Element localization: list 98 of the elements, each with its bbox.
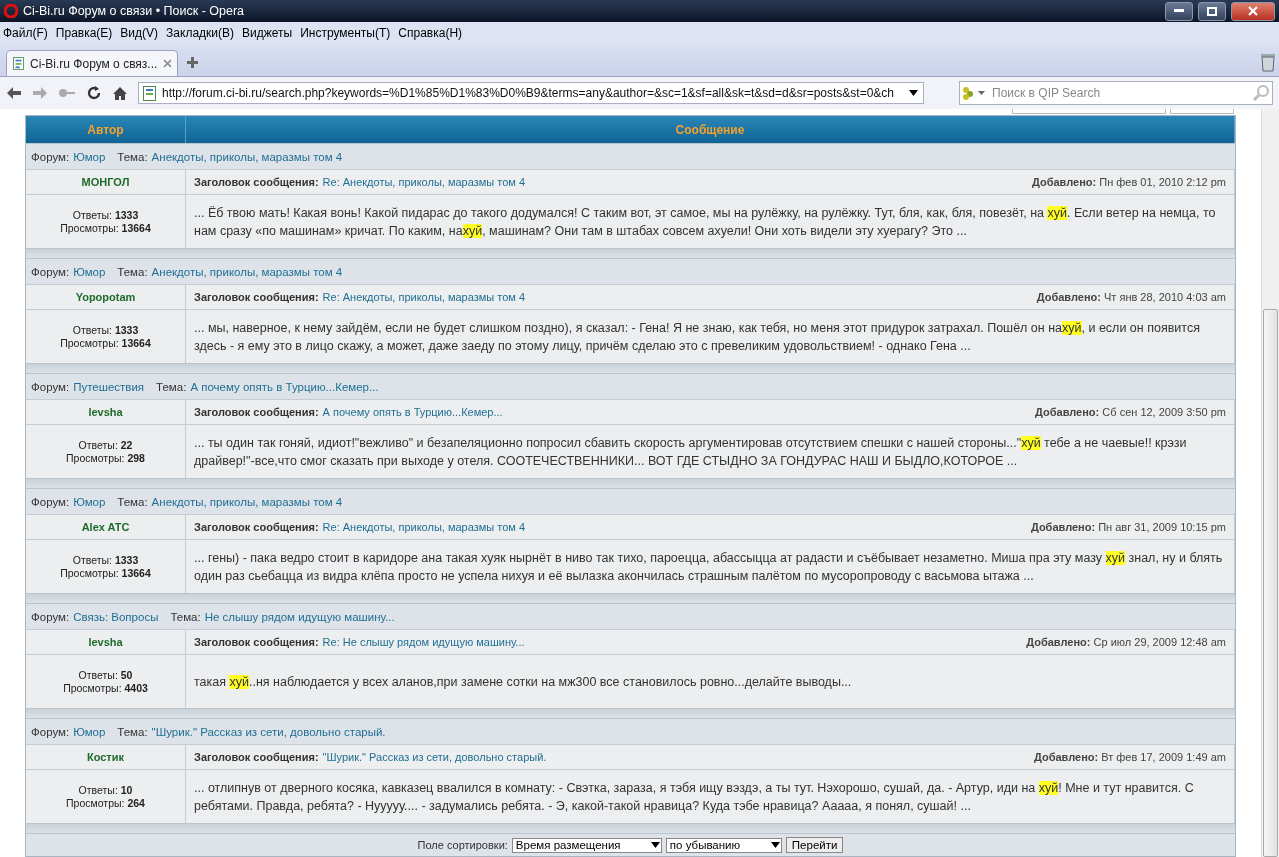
topic-link[interactable]: Анекдоты, приколы, маразмы том 4 [151,265,343,278]
menu-item[interactable]: Виджеты [242,26,293,40]
sort-order-select[interactable]: по убыванию [665,837,782,853]
post-date: Добавлено: Сб сен 12, 2009 3:50 pm [1035,406,1226,418]
forum-link[interactable]: Юмор [73,495,106,508]
forum-label: Форум: [31,725,70,738]
menu-item[interactable]: Инструменты(T) [300,26,391,40]
replies-count: Ответы: 10 [78,783,133,797]
post-excerpt: такая хуй..ня наблюдается у всех аланов,при замене сотки на мж300 все становилось ровно...делайте выводы... [194,673,852,691]
subject-link[interactable]: Re: Анекдоты, приколы, маразмы том 4 [322,291,526,303]
forum-label: Форум: [31,610,70,623]
author-link[interactable]: levsha [88,406,123,418]
author-link[interactable]: Костик [86,751,125,763]
page-icon [143,85,156,101]
post-date: Добавлено: Пн фев 01, 2010 2:12 pm [1032,176,1226,188]
trash-icon[interactable] [1260,52,1276,72]
views-count: Просмотры: 13664 [60,221,151,235]
replies-count: Ответы: 50 [78,668,133,682]
post-excerpt: ... гены) - пака ведро стоит в каридоре ана такая хуяк нырнёт в ниво так тихо, пароецца, абассыцца ат радасти и съёбывает незаметно. Миша пра эту мазу хуй знал, ну и блять один раз сьебацца из видра клёпа просто не успела нихуя и её вылазка акончилась страшным палётом по мусоропроводу с васьмова ытажа ... [194,549,1224,585]
subject-label: Заголовок сообщения: [194,291,319,303]
post-date: Добавлено: Вт фев 17, 2009 1:49 am [1033,751,1226,763]
close-icon[interactable] [163,59,171,68]
topic-label: Тема: [156,380,187,393]
views-count: Просмотры: 13664 [60,336,151,350]
author-link[interactable]: levsha [88,636,123,648]
browser-logo-icon [4,4,18,18]
topic-label: Тема: [117,725,148,738]
subject-label: Заголовок сообщения: [194,521,319,533]
plus-icon[interactable] [186,56,199,69]
search-engine-icon[interactable] [960,85,988,101]
close-button[interactable] [1231,1,1275,21]
forum-label: Форум: [31,380,70,393]
maximize-icon [1207,6,1217,16]
caret-icon [649,841,661,849]
subject-link[interactable]: Re: Не слышу рядом идущую машину... [322,636,525,648]
menu-item[interactable]: Файл(F) [3,26,48,40]
post-date: Добавлено: Ср июл 29, 2009 12:48 am [1026,636,1226,648]
window-title: Ci-Bi.ru Форум о связи • Поиск - Opera [23,4,246,18]
views-count: Просмотры: 13664 [60,566,151,580]
post-date: Добавлено: Чт янв 28, 2010 4:03 am [1036,291,1226,303]
minimize-icon [1174,9,1184,13]
menu-item[interactable]: Правка(E) [55,26,113,40]
post-excerpt: ... отлипнув от дверного косяка, кавказец ввалился в комнату: - Свэтка, зараза, я тэбя ищу вэздэ, а ты тут. Нэхорошо, сушай, да. - Артур, иди на хуй! Мне и тут нравится. С ребятами. Правда, ребята? - Нууууу.... - задумались ребята. - Э, какой-такой нравица? Куда тэбе нравица? Ааааа, я понял, сушай! ... [194,779,1195,815]
forum-link[interactable]: Связь: Вопросы [73,610,159,623]
replies-count: Ответы: 1333 [72,553,139,567]
address-field[interactable]: http://forum.ci-bi.ru/search.php?keywords=%D1%85%D1%83%D0%B9&terms=any&author=&sc=1&sf=all&sk=t&sd=d&sr=posts&st=0&ch [138,82,924,104]
subject-link[interactable]: Re: Анекдоты, приколы, маразмы том 4 [322,176,526,188]
topic-label: Тема: [117,495,148,508]
topic-link[interactable]: Не слышу рядом идущую машину... [204,610,395,623]
replies-count: Ответы: 1333 [72,323,139,337]
forum-link[interactable]: Юмор [73,265,106,278]
minimize-button[interactable] [1165,1,1193,21]
topic-label: Тема: [170,610,201,623]
post-date: Добавлено: Пн авг 31, 2009 10:15 pm [1030,521,1226,533]
subject-link[interactable]: "Шурик." Рассказ из сети, довольно старый. [322,751,547,763]
go-button[interactable]: Перейти [785,837,844,853]
maximize-button[interactable] [1198,1,1226,21]
home-icon[interactable] [112,85,128,101]
forum-link[interactable]: Путешествия [73,380,145,393]
topic-link[interactable]: Анекдоты, приколы, маразмы том 4 [151,150,343,163]
subject-label: Заголовок сообщения: [194,406,319,418]
scrollbar[interactable] [1261,109,1279,857]
replies-count: Ответы: 22 [78,438,133,452]
forum-link[interactable]: Юмор [73,150,106,163]
caret-icon [908,89,919,97]
page-icon [13,56,24,71]
sort-field-select[interactable]: Время размещения [511,837,662,853]
reload-icon[interactable] [86,85,102,101]
close-icon [1248,6,1258,16]
menu-item[interactable]: Справка(H) [398,26,463,40]
subject-label: Заголовок сообщения: [194,176,319,188]
topic-label: Тема: [117,265,148,278]
search-box[interactable]: Поиск в QIP Search [959,81,1273,105]
topic-link[interactable]: А почему опять в Турцию...Кемер... [190,380,379,393]
topic-link[interactable]: Анекдоты, приколы, маразмы том 4 [151,495,343,508]
subject-label: Заголовок сообщения: [194,751,319,763]
views-count: Просмотры: 264 [66,796,145,810]
replies-count: Ответы: 1333 [72,208,139,222]
subject-link[interactable]: А почему опять в Турцию...Кемер... [322,406,503,418]
author-link[interactable]: МОНГОЛ [81,176,130,188]
forum-label: Форум: [31,150,70,163]
subject-link[interactable]: Re: Анекдоты, приколы, маразмы том 4 [322,521,526,533]
subject-label: Заголовок сообщения: [194,636,319,648]
menu-item[interactable]: Вид(V) [120,26,159,40]
forum-label: Форум: [31,495,70,508]
caret-icon [769,841,781,849]
sort-label: Поле сортировки: [417,839,508,851]
author-link[interactable]: Alex ATC [81,521,130,533]
topic-label: Тема: [117,150,148,163]
menu-item[interactable]: Закладки(B) [166,26,234,40]
views-count: Просмотры: 4403 [63,681,148,695]
browser-tab[interactable]: Ci-Bi.ru Форум о связ... [6,50,178,76]
back-icon[interactable] [6,86,22,100]
forum-label: Форум: [31,265,70,278]
topic-link[interactable]: "Шурик." Рассказ из сети, довольно старый. [151,725,386,738]
author-link[interactable]: Yopopotam [75,291,136,303]
views-count: Просмотры: 298 [66,451,145,465]
forum-link[interactable]: Юмор [73,725,106,738]
